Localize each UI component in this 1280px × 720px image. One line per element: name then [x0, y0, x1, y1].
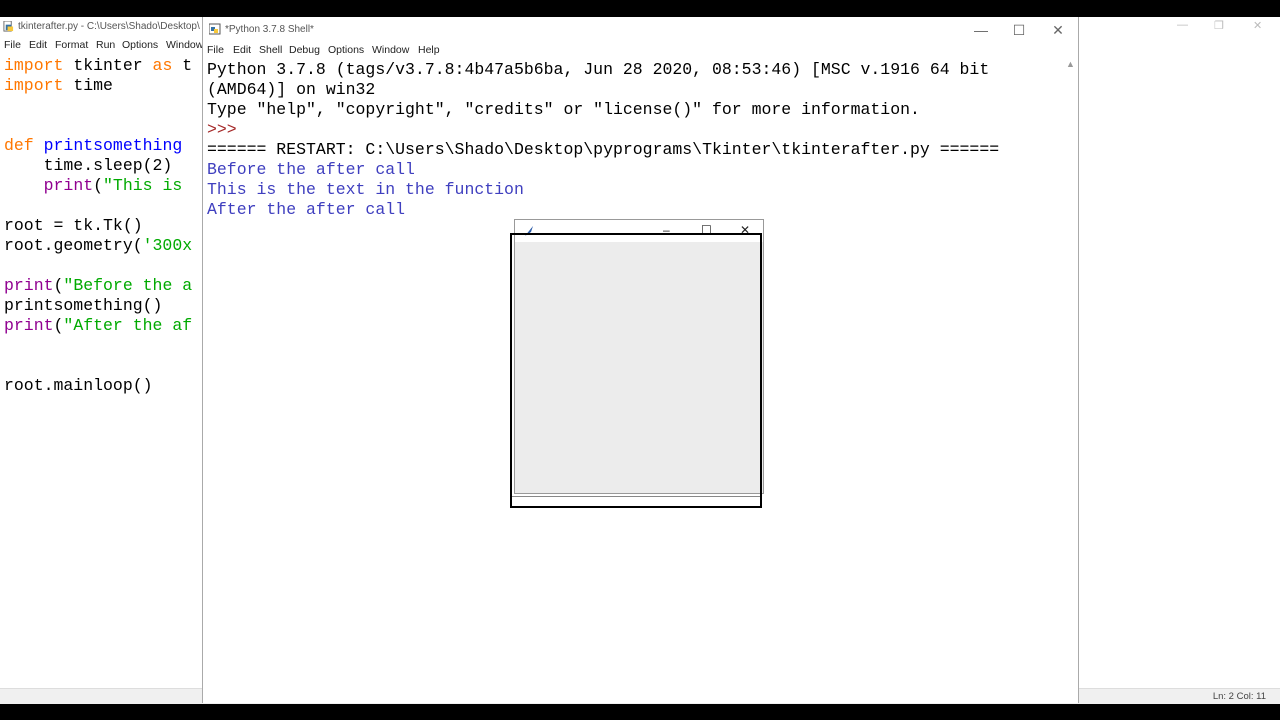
code-token: root.mainloop()	[4, 376, 153, 395]
shell-titlebar[interactable]: *Python 3.7.8 Shell* — ☐ ✕	[203, 17, 1078, 41]
editor-menu-edit[interactable]: Edit	[29, 39, 47, 51]
editor-menu-format[interactable]: Format	[55, 39, 88, 51]
code-token: printsomething	[33, 136, 183, 155]
code-token: tkinter	[63, 56, 153, 75]
shell-line: ====== RESTART: C:\Users\Shado\Desktop\p…	[207, 140, 1000, 159]
shell-title: *Python 3.7.8 Shell*	[225, 24, 314, 35]
shell-line: Before the after call	[207, 160, 415, 179]
shell-line: (AMD64)] on win32	[207, 80, 376, 99]
shell-menu-shell[interactable]: Shell	[259, 44, 282, 56]
code-line: root = tk.Tk()	[4, 216, 192, 236]
code-token: import	[4, 56, 64, 75]
code-token: (	[93, 176, 104, 195]
shell-line: Type "help", "copyright", "credits" or "…	[207, 100, 920, 119]
code-token: time.sleep(2)	[4, 156, 173, 175]
python-shell-icon	[209, 23, 221, 35]
shell-menu-help[interactable]: Help	[418, 44, 440, 56]
code-line: root.mainloop()	[4, 376, 192, 396]
code-token: (	[53, 316, 64, 335]
code-line: import time	[4, 76, 192, 96]
editor-menu-window[interactable]: Window	[166, 39, 203, 51]
code-token: print	[4, 276, 54, 295]
editor-menu-options[interactable]: Options	[122, 39, 158, 51]
code-token: root = tk.Tk()	[4, 216, 143, 235]
tk-window-body	[512, 235, 760, 497]
code-token: '300x	[142, 236, 193, 255]
code-token: time	[63, 76, 113, 95]
code-token: def	[4, 136, 34, 155]
shell-menu-file[interactable]: File	[207, 44, 224, 56]
code-line: def printsomething	[4, 136, 192, 156]
code-token: print	[4, 316, 54, 335]
shell-menu-options[interactable]: Options	[328, 44, 364, 56]
editor-minimize-icon[interactable]: —	[1177, 19, 1188, 31]
code-token: as	[152, 56, 173, 75]
minimize-button[interactable]: —	[966, 20, 996, 40]
shell-line: >>>	[207, 120, 247, 139]
code-line: time.sleep(2)	[4, 156, 192, 176]
code-token: (	[53, 276, 64, 295]
shell-line: After the after call	[207, 200, 406, 219]
code-line: print("After the af	[4, 316, 192, 336]
editor-menu-run[interactable]: Run	[96, 39, 115, 51]
code-line: printsomething()	[4, 296, 192, 316]
shell-menubar: File Edit Shell Debug Options Window Help	[203, 41, 1078, 59]
editor-close-icon[interactable]: ✕	[1253, 19, 1262, 32]
shell-menu-debug[interactable]: Debug	[289, 44, 320, 56]
shell-menu-edit[interactable]: Edit	[233, 44, 251, 56]
python-file-icon	[3, 21, 14, 32]
editor-scrollbar[interactable]	[1266, 55, 1280, 685]
shell-menu-window[interactable]: Window	[372, 44, 409, 56]
code-token: "This is	[103, 176, 183, 195]
code-token: "Before the a	[63, 276, 193, 295]
code-token: import	[4, 76, 64, 95]
code-token: t	[172, 56, 193, 75]
tk-drag-outline	[510, 233, 762, 508]
code-token: root.geometry(	[4, 236, 143, 255]
code-line: import tkinter as t	[4, 56, 192, 76]
cursor-position: Ln: 2 Col: 11	[1212, 691, 1266, 702]
code-line: print("Before the a	[4, 276, 192, 296]
close-button[interactable]: ✕	[1043, 20, 1073, 40]
editor-restore-icon[interactable]: ❐	[1214, 19, 1224, 32]
code-token: printsomething()	[4, 296, 163, 315]
shell-line: This is the text in the function	[207, 180, 524, 199]
code-token: "After the af	[63, 316, 193, 335]
shell-output[interactable]: Python 3.7.8 (tags/v3.7.8:4b47a5b6ba, Ju…	[207, 60, 999, 220]
scroll-up-icon[interactable]: ▲	[1066, 59, 1075, 69]
shell-scrollbar[interactable]: ▲	[1063, 59, 1077, 699]
code-token: print	[43, 176, 94, 195]
editor-menu-file[interactable]: File	[4, 39, 21, 51]
code-line: root.geometry('300x	[4, 236, 192, 256]
editor-code-area[interactable]: import tkinter as t import time def prints…	[4, 56, 192, 396]
editor-title: tkinterafter.py - C:\Users\Shado\Desktop…	[18, 21, 200, 32]
maximize-button[interactable]: ☐	[1004, 20, 1034, 40]
shell-line: Python 3.7.8 (tags/v3.7.8:4b47a5b6ba, Ju…	[207, 60, 990, 79]
code-line: print("This is	[4, 176, 192, 196]
